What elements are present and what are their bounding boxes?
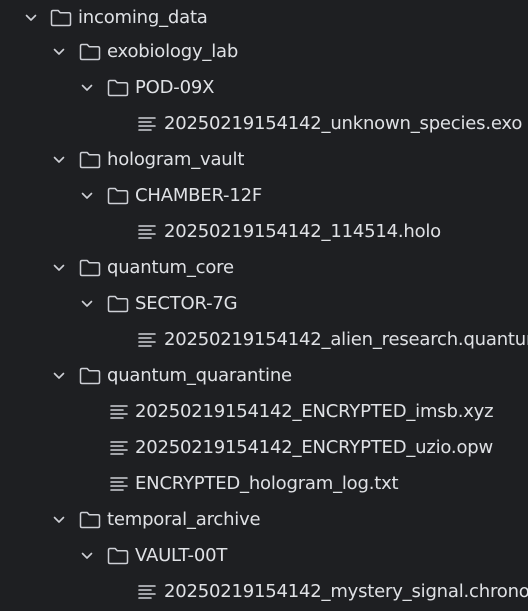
- tree-row-file-alien-research[interactable]: 20250219154142_alien_research.quantum: [0, 322, 528, 358]
- tree-row-chamber-12f[interactable]: CHAMBER-12F: [0, 178, 528, 214]
- chevron-down-icon[interactable]: [50, 511, 68, 529]
- tree-row-label: POD-09X: [135, 77, 215, 98]
- tree-row-label: temporal_archive: [107, 509, 261, 530]
- tree-row-file-encrypted-hologram-log[interactable]: ENCRYPTED_hologram_log.txt: [0, 466, 528, 502]
- text-file-icon: [136, 221, 158, 243]
- tree-row-file-mystery-signal[interactable]: 20250219154142_mystery_signal.chrono: [0, 574, 528, 610]
- text-file-icon: [136, 113, 158, 135]
- project-file-tree: incoming_data exobiology_lab POD-09X 202…: [0, 0, 528, 611]
- tree-row-label: exobiology_lab: [107, 41, 239, 62]
- chevron-down-icon[interactable]: [50, 151, 68, 169]
- tree-row-sector-7g[interactable]: SECTOR-7G: [0, 286, 528, 322]
- tree-row-file-encrypted-uzio[interactable]: 20250219154142_ENCRYPTED_uzio.opw: [0, 430, 528, 466]
- tree-row-label: 20250219154142_alien_research.quantum: [164, 329, 528, 350]
- chevron-down-icon[interactable]: [78, 187, 96, 205]
- folder-icon: [79, 41, 101, 63]
- tree-row-label: quantum_core: [107, 257, 234, 278]
- tree-row-file-unknown-species[interactable]: 20250219154142_unknown_species.exo: [0, 106, 528, 142]
- tree-row-label: CHAMBER-12F: [135, 185, 262, 206]
- tree-row-label: VAULT-00T: [135, 545, 228, 566]
- tree-row-label: ENCRYPTED_hologram_log.txt: [135, 473, 399, 494]
- tree-row-label: 20250219154142_ENCRYPTED_uzio.opw: [135, 437, 494, 458]
- tree-row-temporal-archive[interactable]: temporal_archive: [0, 502, 528, 538]
- folder-icon: [79, 365, 101, 387]
- chevron-down-icon[interactable]: [78, 79, 96, 97]
- folder-icon: [79, 509, 101, 531]
- folder-icon: [107, 293, 129, 315]
- chevron-down-icon[interactable]: [78, 547, 96, 565]
- chevron-down-icon[interactable]: [50, 367, 68, 385]
- tree-row-label: 20250219154142_mystery_signal.chrono: [164, 581, 528, 602]
- chevron-down-icon[interactable]: [50, 259, 68, 277]
- tree-row-pod-09x[interactable]: POD-09X: [0, 70, 528, 106]
- tree-row-label: hologram_vault: [107, 149, 245, 170]
- folder-icon: [107, 545, 129, 567]
- chevron-down-icon[interactable]: [22, 9, 40, 27]
- text-file-icon: [108, 473, 130, 495]
- tree-row-label: 20250219154142_114514.holo: [164, 221, 441, 242]
- tree-row-label: incoming_data: [78, 7, 208, 28]
- tree-row-label: quantum_quarantine: [107, 365, 292, 386]
- text-file-icon: [136, 329, 158, 351]
- tree-row-label: 20250219154142_ENCRYPTED_imsb.xyz: [135, 401, 494, 422]
- text-file-icon: [108, 437, 130, 459]
- chevron-down-icon[interactable]: [78, 295, 96, 313]
- folder-icon: [79, 149, 101, 171]
- tree-row-exobiology-lab[interactable]: exobiology_lab: [0, 34, 528, 70]
- folder-icon: [107, 77, 129, 99]
- text-file-icon: [108, 401, 130, 423]
- tree-row-hologram-vault[interactable]: hologram_vault: [0, 142, 528, 178]
- folder-icon: [50, 7, 72, 29]
- tree-row-incoming-data[interactable]: incoming_data: [0, 0, 528, 36]
- folder-icon: [107, 185, 129, 207]
- tree-row-file-114514-holo[interactable]: 20250219154142_114514.holo: [0, 214, 528, 250]
- tree-row-label: SECTOR-7G: [135, 293, 238, 314]
- tree-row-quantum-quarantine[interactable]: quantum_quarantine: [0, 358, 528, 394]
- tree-row-quantum-core[interactable]: quantum_core: [0, 250, 528, 286]
- tree-row-file-encrypted-imsb[interactable]: 20250219154142_ENCRYPTED_imsb.xyz: [0, 394, 528, 430]
- tree-row-vault-00t[interactable]: VAULT-00T: [0, 538, 528, 574]
- text-file-icon: [136, 581, 158, 603]
- folder-icon: [79, 257, 101, 279]
- chevron-down-icon[interactable]: [50, 43, 68, 61]
- tree-row-label: 20250219154142_unknown_species.exo: [164, 113, 523, 134]
